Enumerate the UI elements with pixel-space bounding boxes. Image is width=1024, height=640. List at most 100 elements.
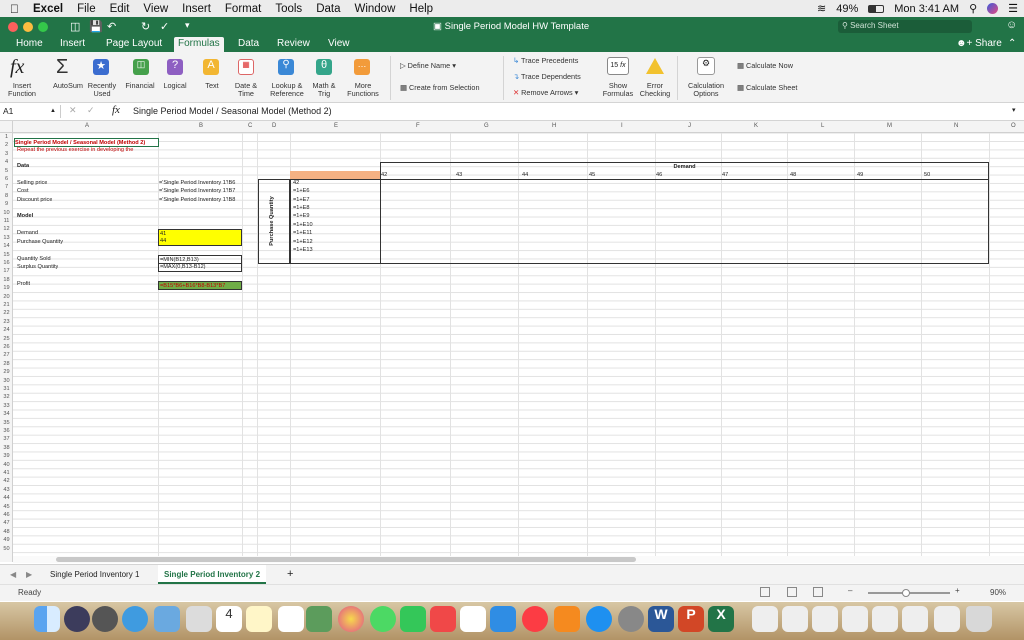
remove-arrows-button[interactable]: ✕ Remove Arrows ▾	[513, 88, 578, 97]
wifi-icon[interactable]: ≋	[817, 2, 826, 15]
sheet-tab-1[interactable]: Single Period Inventory 1	[50, 570, 139, 579]
row-header-42[interactable]: 42	[1, 478, 12, 484]
logical-button[interactable]: Logical	[158, 82, 192, 90]
prev-sheet-icon[interactable]: ◀	[10, 570, 16, 579]
search-sheet-field[interactable]: ⚲ Search Sheet	[838, 20, 972, 33]
zoom-level[interactable]: 90%	[990, 588, 1006, 597]
cell-e12[interactable]: =1+E11	[293, 229, 312, 237]
cell-a12-demand[interactable]: Demand	[17, 229, 38, 237]
financial-button[interactable]: Financial	[122, 82, 158, 90]
demand-value[interactable]: 50	[924, 171, 930, 179]
column-header-d[interactable]: D	[272, 123, 276, 129]
math-trig-button[interactable]: Math & Trig	[309, 82, 339, 98]
scrollbar-thumb[interactable]	[56, 557, 636, 562]
menu-help[interactable]: Help	[409, 3, 433, 15]
cell-e13[interactable]: =1+E12	[293, 238, 313, 246]
system-preferences-icon[interactable]	[618, 606, 644, 632]
column-header-m[interactable]: M	[887, 123, 892, 129]
battery-icon[interactable]	[868, 4, 885, 13]
row-header-46[interactable]: 46	[1, 512, 12, 518]
format-painter-icon[interactable]: ✓	[160, 20, 169, 33]
row-header-48[interactable]: 48	[1, 529, 12, 535]
mail-icon[interactable]	[154, 606, 180, 632]
column-header-o[interactable]: O	[1011, 123, 1016, 129]
cell-a16-surplus-quantity[interactable]: Surplus Quantity	[17, 263, 58, 271]
row-header-39[interactable]: 39	[1, 453, 12, 459]
lookup-reference-button[interactable]: Lookup & Reference	[267, 82, 307, 98]
safari-icon[interactable]	[122, 606, 148, 632]
cell-b8[interactable]: ='Single Period Inventory 1'!B8	[159, 196, 242, 204]
row-header-8[interactable]: 8	[1, 193, 12, 199]
row-header-38[interactable]: 38	[1, 445, 12, 451]
row-header-31[interactable]: 31	[1, 386, 12, 392]
zoom-window-button[interactable]	[38, 22, 48, 32]
row-header-45[interactable]: 45	[1, 504, 12, 510]
row-header-6[interactable]: 6	[1, 176, 12, 182]
cell-a6-selling-price[interactable]: Selling price	[17, 179, 47, 187]
column-header-g[interactable]: G	[484, 123, 489, 129]
cancel-formula-icon[interactable]: ✕	[69, 105, 77, 116]
row-header-18[interactable]: 18	[1, 277, 12, 283]
row-header-32[interactable]: 32	[1, 394, 12, 400]
create-from-selection-button[interactable]: ▦ Create from Selection	[400, 83, 480, 92]
row-header-33[interactable]: 33	[1, 403, 12, 409]
apple-icon[interactable]: 	[10, 2, 19, 16]
date-time-button[interactable]: Date & Time	[231, 82, 261, 98]
cell-a8-discount-price[interactable]: Discount price	[17, 196, 52, 204]
messages-icon[interactable]	[370, 606, 396, 632]
zoom-in-button[interactable]: +	[955, 586, 960, 595]
column-header-l[interactable]: L	[821, 123, 824, 129]
row-header-50[interactable]: 50	[1, 546, 12, 552]
contacts-icon[interactable]	[186, 606, 212, 632]
trace-dependents-button[interactable]: ↴ Trace Dependents	[513, 72, 581, 81]
save-icon[interactable]: 💾	[89, 20, 103, 33]
row-header-23[interactable]: 23	[1, 319, 12, 325]
text-button[interactable]: Text	[197, 82, 227, 90]
cell-e8[interactable]: =1+E7	[293, 196, 310, 204]
calculate-now-button[interactable]: ▦ Calculate Now	[737, 61, 793, 70]
next-sheet-icon[interactable]: ▶	[26, 570, 32, 579]
row-header-40[interactable]: 40	[1, 462, 12, 468]
cell-a15-quantity-sold[interactable]: Quantity Sold	[17, 255, 51, 263]
cell-e6[interactable]: 42	[293, 179, 299, 187]
column-header-c[interactable]: C	[248, 123, 252, 129]
facetime-icon[interactable]	[400, 606, 426, 632]
menu-tools[interactable]: Tools	[275, 3, 302, 15]
menu-app-name[interactable]: Excel	[33, 3, 63, 15]
cell-b16[interactable]: =MAX(0,B13-B12)	[158, 263, 242, 272]
zoom-slider[interactable]	[868, 589, 950, 597]
collapse-ribbon-icon[interactable]: ⌃	[1004, 37, 1020, 52]
minimize-window-button[interactable]	[23, 22, 33, 32]
demand-value[interactable]: 45	[589, 171, 595, 179]
row-header-14[interactable]: 14	[1, 243, 12, 249]
recently-used-button[interactable]: Recently Used	[85, 82, 119, 98]
demand-value[interactable]: 47	[722, 171, 728, 179]
row-header-13[interactable]: 13	[1, 235, 12, 241]
cell-a13-purchase-quantity[interactable]: Purchase Quantity	[17, 238, 63, 246]
calendar-icon[interactable]: 4	[216, 606, 242, 632]
page-layout-view-icon[interactable]	[787, 587, 797, 597]
row-header-12[interactable]: 12	[1, 226, 12, 232]
column-header-a[interactable]: A	[85, 123, 89, 129]
row-header-22[interactable]: 22	[1, 310, 12, 316]
recent-document-thumbnail[interactable]	[842, 606, 868, 632]
notification-center-icon[interactable]: ☰	[1008, 2, 1018, 15]
row-header-35[interactable]: 35	[1, 420, 12, 426]
menu-file[interactable]: File	[77, 3, 96, 15]
row-header-43[interactable]: 43	[1, 487, 12, 493]
row-header-24[interactable]: 24	[1, 327, 12, 333]
normal-view-icon[interactable]	[760, 587, 770, 597]
redo-icon[interactable]: ↻	[141, 20, 150, 33]
books-icon[interactable]	[554, 606, 580, 632]
app-store-icon[interactable]	[586, 606, 612, 632]
row-header-2[interactable]: 2	[1, 142, 12, 148]
row-header-44[interactable]: 44	[1, 495, 12, 501]
recent-document-thumbnail[interactable]	[812, 606, 838, 632]
undo-icon[interactable]: ↶	[107, 20, 116, 33]
menu-edit[interactable]: Edit	[110, 3, 130, 15]
page-break-view-icon[interactable]	[813, 587, 823, 597]
menu-insert[interactable]: Insert	[182, 3, 211, 15]
row-header-19[interactable]: 19	[1, 285, 12, 291]
tab-review[interactable]: Review	[273, 37, 314, 52]
autosum-button[interactable]: AutoSum	[48, 82, 88, 90]
